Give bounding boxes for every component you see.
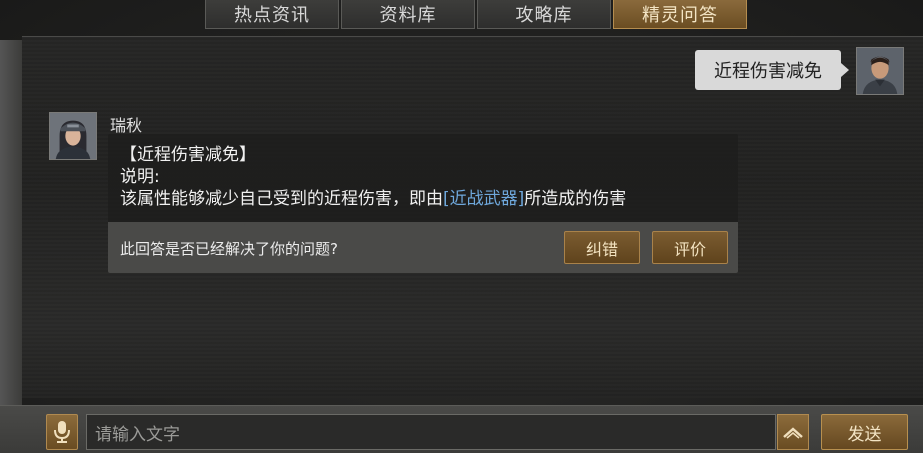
answer-body: 该属性能够减少自己受到的近程伤害，即由[近战武器]所造成的伤害 (120, 188, 626, 210)
answer-bubble: 【近程伤害减免】 说明: 该属性能够减少自己受到的近程伤害，即由[近战武器]所造… (108, 134, 738, 273)
left-rail (0, 40, 22, 405)
answer-body-suffix: 所造成的伤害 (524, 189, 627, 209)
tab-database[interactable]: 资料库 (341, 0, 475, 29)
chevron-up-icon (783, 427, 803, 439)
answer-body-prefix: 该属性能够减少自己受到的近程伤害，即由 (120, 189, 443, 209)
tab-bar: 热点资讯 资料库 攻略库 精灵问答 (205, 0, 747, 29)
microphone-icon (54, 421, 70, 443)
user-portrait-icon (857, 48, 903, 94)
correct-button[interactable]: 纠错 (564, 231, 640, 264)
npc-portrait-icon (50, 113, 96, 159)
rate-button[interactable]: 评价 (652, 231, 728, 264)
feedback-bar: 此回答是否已经解决了你的问题? 纠错 评价 (108, 222, 738, 273)
user-message-text: 近程伤害减免 (714, 61, 822, 82)
npc-name: 瑞秋 (110, 116, 143, 135)
weapon-link[interactable]: [近战武器] (443, 189, 524, 209)
expand-button[interactable] (777, 414, 809, 450)
answer-title: 【近程伤害减免】 (120, 145, 256, 165)
input-bar: 请输入文字 发送 (0, 405, 923, 453)
tab-hot-news[interactable]: 热点资讯 (205, 0, 339, 29)
tab-spirit-qa[interactable]: 精灵问答 (613, 0, 747, 29)
message-input[interactable]: 请输入文字 (86, 414, 776, 450)
answer-label: 说明: (120, 167, 160, 187)
user-avatar (856, 47, 904, 95)
answer-text: 【近程伤害减免】 说明: 该属性能够减少自己受到的近程伤害，即由[近战武器]所造… (120, 144, 626, 210)
microphone-button[interactable] (46, 414, 78, 450)
npc-avatar (49, 112, 97, 160)
tab-guides[interactable]: 攻略库 (477, 0, 611, 29)
feedback-question: 此回答是否已经解决了你的问题? (120, 240, 338, 258)
user-message-bubble: 近程伤害减免 (695, 50, 849, 90)
send-button[interactable]: 发送 (821, 414, 908, 450)
